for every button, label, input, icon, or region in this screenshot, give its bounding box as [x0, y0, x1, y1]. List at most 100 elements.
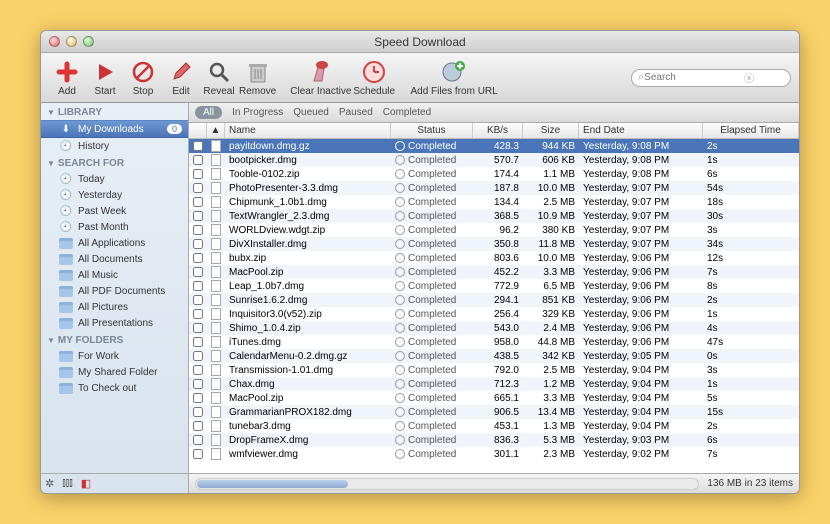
sidebar-item-search[interactable]: All Applications	[41, 235, 188, 251]
table-row[interactable]: WORLDview.wdgt.zip Completed 96.2 380 KB…	[189, 223, 799, 237]
table-row[interactable]: iTunes.dmg Completed 958.0 44.8 MB Yeste…	[189, 335, 799, 349]
start-button[interactable]: Start	[87, 58, 123, 97]
clear-inactive-button[interactable]: Clear Inactive	[290, 58, 351, 97]
action-icon[interactable]: ◧	[81, 477, 91, 490]
search-input[interactable]	[644, 72, 744, 83]
sidebar-item-search[interactable]: 🕘Yesterday	[41, 187, 188, 203]
row-checkbox[interactable]	[193, 435, 203, 445]
row-checkbox[interactable]	[193, 379, 203, 389]
row-checkbox[interactable]	[193, 211, 203, 221]
row-checkbox[interactable]	[193, 267, 203, 277]
sidebar-item-search[interactable]: All Pictures	[41, 299, 188, 315]
stats-icon[interactable]: ⫾⫾⫾	[62, 477, 73, 490]
table-row[interactable]: DropFrameX.dmg Completed 836.3 5.3 MB Ye…	[189, 433, 799, 447]
table-row[interactable]: MacPool.zip Completed 452.2 3.3 MB Yeste…	[189, 265, 799, 279]
row-checkbox[interactable]	[193, 407, 203, 417]
table-row[interactable]: GrammarianPROX182.dmg Completed 906.5 13…	[189, 405, 799, 419]
row-checkbox[interactable]	[193, 393, 203, 403]
cell-name: MacPool.zip	[225, 393, 391, 404]
row-checkbox[interactable]	[193, 281, 203, 291]
row-checkbox[interactable]	[193, 323, 203, 333]
table-row[interactable]: wmfviewer.dmg Completed 301.1 2.3 MB Yes…	[189, 447, 799, 461]
row-checkbox[interactable]	[193, 141, 203, 151]
cell-elapsed: 7s	[703, 449, 799, 460]
clear-search-icon[interactable]: ⓧ	[744, 70, 754, 85]
row-checkbox[interactable]	[193, 295, 203, 305]
table-row[interactable]: bubx.zip Completed 803.6 10.0 MB Yesterd…	[189, 251, 799, 265]
table-row[interactable]: bootpicker.dmg Completed 570.7 606 KB Ye…	[189, 153, 799, 167]
table-row[interactable]: Inquisitor3.0(v52).zip Completed 256.4 3…	[189, 307, 799, 321]
row-checkbox[interactable]	[193, 197, 203, 207]
row-checkbox[interactable]	[193, 309, 203, 319]
column-date[interactable]: End Date	[579, 123, 703, 138]
reveal-button[interactable]: Reveal	[201, 58, 237, 97]
horizontal-scrollbar[interactable]	[195, 478, 699, 490]
sidebar-item-folder[interactable]: My Shared Folder	[41, 364, 188, 380]
row-checkbox[interactable]	[193, 169, 203, 179]
sidebar-item-folder[interactable]: To Check out	[41, 380, 188, 396]
stop-button[interactable]: Stop	[125, 58, 161, 97]
column-elapsed[interactable]: Elapsed Time	[703, 123, 799, 138]
table-row[interactable]: Chipmunk_1.0b1.dmg Completed 134.4 2.5 M…	[189, 195, 799, 209]
row-checkbox[interactable]	[193, 449, 203, 459]
row-checkbox[interactable]	[193, 253, 203, 263]
table-row[interactable]: CalendarMenu-0.2.dmg.gz Completed 438.5 …	[189, 349, 799, 363]
table-row[interactable]: Tooble-0102.zip Completed 174.4 1.1 MB Y…	[189, 167, 799, 181]
clock-icon: 🕘	[59, 140, 73, 152]
table-row[interactable]: tunebar3.dmg Completed 453.1 1.3 MB Yest…	[189, 419, 799, 433]
gear-icon[interactable]: ✲	[45, 477, 54, 490]
table-row[interactable]: Sunrise1.6.2.dmg Completed 294.1 851 KB …	[189, 293, 799, 307]
row-checkbox[interactable]	[193, 155, 203, 165]
filter-all[interactable]: All	[195, 106, 222, 119]
table-row[interactable]: PhotoPresenter-3.3.dmg Completed 187.8 1…	[189, 181, 799, 195]
filter-queued[interactable]: Queued	[293, 107, 329, 118]
cell-kbs: 453.1	[473, 421, 523, 432]
table-row[interactable]: payitdown.dmg.gz Completed 428.3 944 KB …	[189, 139, 799, 153]
row-checkbox[interactable]	[193, 421, 203, 431]
row-checkbox[interactable]	[193, 351, 203, 361]
table-row[interactable]: Transmission-1.01.dmg Completed 792.0 2.…	[189, 363, 799, 377]
add-from-url-button[interactable]: Add Files from URL	[409, 58, 499, 97]
sidebar-item-search[interactable]: All Documents	[41, 251, 188, 267]
cell-date: Yesterday, 9:03 PM	[579, 435, 703, 446]
column-status[interactable]: Status	[391, 123, 473, 138]
column-kbs[interactable]: KB/s	[473, 123, 523, 138]
column-sort[interactable]: ▲	[207, 123, 225, 138]
cell-elapsed: 7s	[703, 267, 799, 278]
table-row[interactable]: MacPool.zip Completed 665.1 3.3 MB Yeste…	[189, 391, 799, 405]
table-row[interactable]: Chax.dmg Completed 712.3 1.2 MB Yesterda…	[189, 377, 799, 391]
cell-size: 329 KB	[523, 309, 579, 320]
remove-button[interactable]: Remove	[239, 58, 276, 97]
sidebar-item-mydownloads[interactable]: ⬇My Downloads0	[41, 120, 188, 138]
row-checkbox[interactable]	[193, 225, 203, 235]
filter-inprogress[interactable]: In Progress	[232, 107, 283, 118]
sidebar-item-search[interactable]: All Presentations	[41, 315, 188, 331]
table-row[interactable]: Shimo_1.0.4.zip Completed 543.0 2.4 MB Y…	[189, 321, 799, 335]
search-field[interactable]: ⌕ ⓧ	[631, 69, 791, 87]
status-icon	[395, 169, 405, 179]
table-row[interactable]: Leap_1.0b7.dmg Completed 772.9 6.5 MB Ye…	[189, 279, 799, 293]
add-button[interactable]: Add	[49, 58, 85, 97]
cell-size: 2.4 MB	[523, 323, 579, 334]
table-row[interactable]: TextWrangler_2.3.dmg Completed 368.5 10.…	[189, 209, 799, 223]
sidebar-item-search[interactable]: 🕘Past Week	[41, 203, 188, 219]
filter-completed[interactable]: Completed	[383, 107, 431, 118]
column-size[interactable]: Size	[523, 123, 579, 138]
sidebar-item-search[interactable]: All PDF Documents	[41, 283, 188, 299]
sidebar-item-search[interactable]: 🕘Today	[41, 171, 188, 187]
download-list[interactable]: payitdown.dmg.gz Completed 428.3 944 KB …	[189, 139, 799, 473]
column-checkbox[interactable]	[189, 123, 207, 138]
row-checkbox[interactable]	[193, 365, 203, 375]
table-row[interactable]: DivXInstaller.dmg Completed 350.8 11.8 M…	[189, 237, 799, 251]
sidebar-item-history[interactable]: 🕘History	[41, 138, 188, 154]
row-checkbox[interactable]	[193, 183, 203, 193]
sidebar-item-search[interactable]: 🕘Past Month	[41, 219, 188, 235]
edit-button[interactable]: Edit	[163, 58, 199, 97]
schedule-button[interactable]: Schedule	[353, 58, 395, 97]
filter-paused[interactable]: Paused	[339, 107, 373, 118]
row-checkbox[interactable]	[193, 239, 203, 249]
column-name[interactable]: Name	[225, 123, 391, 138]
row-checkbox[interactable]	[193, 337, 203, 347]
sidebar-item-search[interactable]: All Music	[41, 267, 188, 283]
sidebar-item-folder[interactable]: For Work	[41, 348, 188, 364]
